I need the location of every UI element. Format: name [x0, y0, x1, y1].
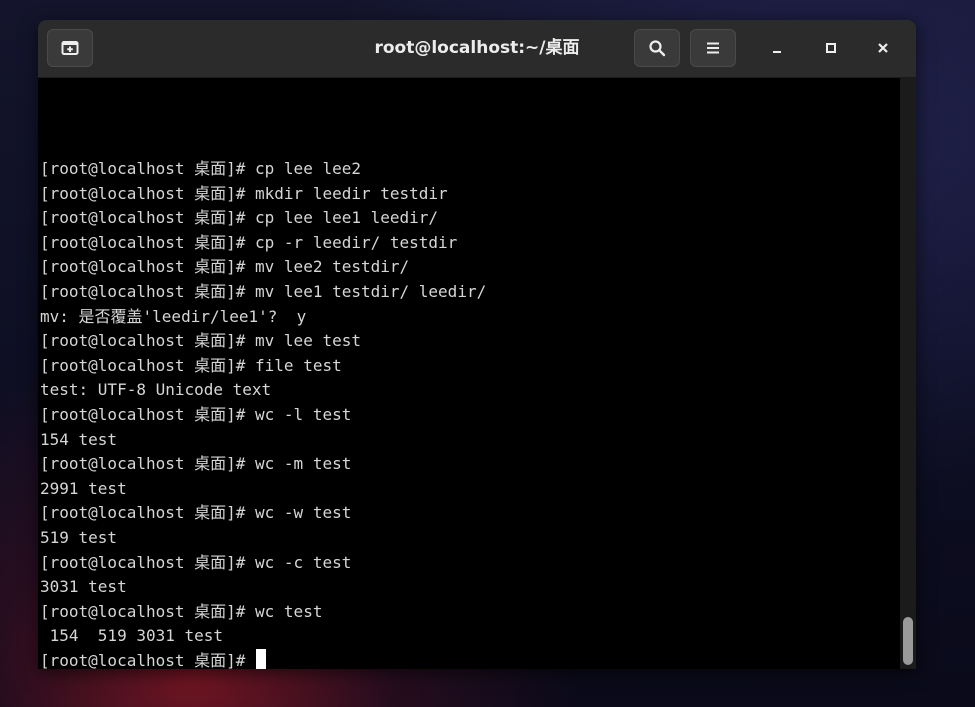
- search-button[interactable]: [634, 29, 680, 67]
- terminal-line: [root@localhost 桌面]# cp lee lee2: [40, 159, 361, 178]
- terminal-line: [root@localhost 桌面]# mv lee test: [40, 331, 361, 351]
- menu-button[interactable]: [690, 29, 736, 67]
- terminal-line: [root@localhost 桌面]# wc -l test: [40, 404, 352, 424]
- terminal-line: [root@localhost 桌面]# wc -m test: [40, 454, 352, 474]
- hamburger-menu-icon: [705, 40, 721, 56]
- terminal-line: 519 test: [40, 527, 118, 547]
- new-tab-button[interactable]: [47, 29, 93, 67]
- minimize-button[interactable]: [760, 31, 794, 65]
- terminal-line: [root@localhost 桌面]# wc test: [40, 601, 323, 621]
- terminal-line: [root@localhost 桌面]# cp lee lee1 leedir/: [40, 208, 439, 228]
- terminal-line: [root@localhost 桌面]# wc -w test: [40, 503, 352, 523]
- minimize-icon: [770, 41, 784, 55]
- terminal-line: [root@localhost 桌面]# wc -c test: [40, 552, 352, 572]
- terminal-line: [root@localhost 桌面]# mkdir leedir testdi…: [40, 183, 448, 203]
- terminal-line: [root@localhost 桌面]# cp -r leedir/ testd…: [40, 232, 458, 252]
- terminal-lines: [root@localhost 桌面]# cp lee lee2 [root@l…: [40, 157, 486, 669]
- terminal-line: 154 519 3031 test: [40, 626, 224, 646]
- terminal-output[interactable]: [root@localhost 桌面]# cp lee lee2 [root@l…: [38, 78, 900, 669]
- terminal-line: [root@localhost 桌面]# file test: [40, 355, 342, 375]
- terminal-line: mv: 是否覆盖'leedir/lee1'? y: [40, 306, 307, 326]
- scrollbar-track[interactable]: [900, 78, 916, 669]
- terminal-prompt: [root@localhost 桌面]#: [40, 650, 256, 669]
- scrollbar-thumb[interactable]: [903, 617, 913, 665]
- terminal-line: [root@localhost 桌面]# mv lee1 testdir/ le…: [40, 281, 487, 301]
- terminal-line: test: UTF-8 Unicode text: [40, 380, 272, 400]
- title-bar[interactable]: root@localhost:~/桌面: [38, 20, 916, 78]
- terminal-line: 2991 test: [40, 478, 127, 498]
- maximize-icon: [824, 41, 838, 55]
- search-icon: [648, 39, 666, 57]
- close-button[interactable]: [866, 31, 900, 65]
- new-tab-icon: [61, 39, 79, 57]
- text-cursor: [256, 648, 267, 669]
- maximize-button[interactable]: [814, 31, 848, 65]
- terminal-line: [root@localhost 桌面]# mv lee2 testdir/: [40, 257, 410, 277]
- terminal-prompt-line[interactable]: [root@localhost 桌面]#: [40, 648, 486, 669]
- terminal-line: 154 test: [40, 429, 118, 449]
- close-icon: [876, 41, 890, 55]
- terminal-line: 3031 test: [40, 577, 127, 597]
- window-title: root@localhost:~/桌面: [374, 38, 580, 58]
- terminal-window: root@localhost:~/桌面 [root@localhost 桌面]#…: [38, 20, 916, 669]
